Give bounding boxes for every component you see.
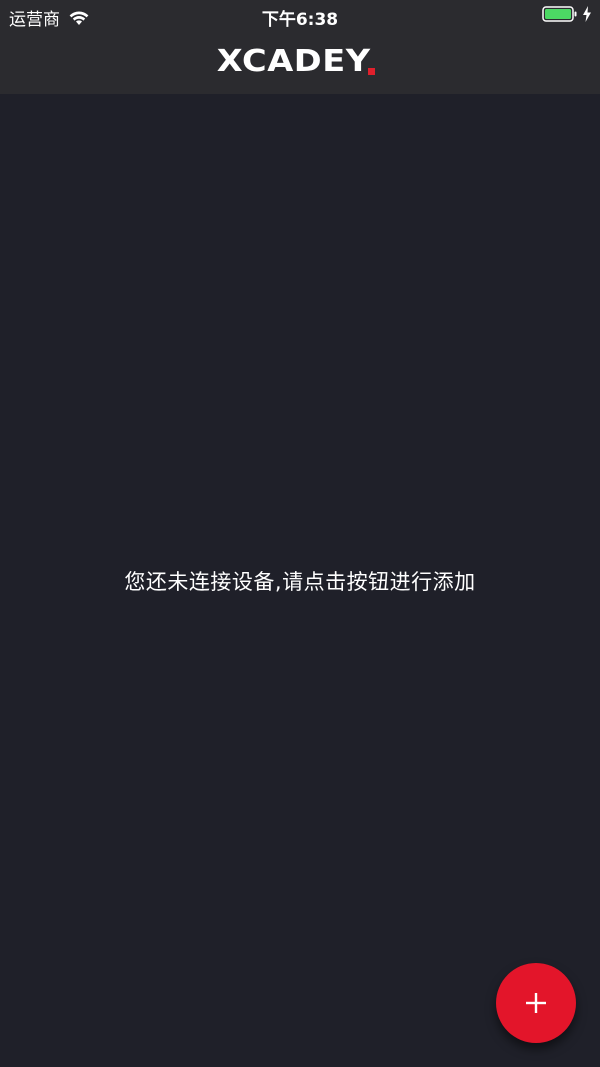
battery-icon bbox=[542, 6, 578, 22]
charging-icon bbox=[582, 6, 592, 22]
logo-text: XCADEY bbox=[216, 44, 371, 79]
nav-bar: XCADEY bbox=[0, 30, 600, 94]
empty-state-message: 您还未连接设备,请点击按钮进行添加 bbox=[124, 570, 476, 594]
plus-icon bbox=[526, 993, 546, 1013]
status-time: 下午6:38 bbox=[261, 10, 339, 30]
status-bar: 运营商 下午6:38 bbox=[0, 0, 600, 30]
app-screen: 运营商 下午6:38 XCADEY 您还未连接设备,请点击按钮进行添加 bbox=[0, 0, 600, 1067]
battery-group bbox=[542, 6, 592, 22]
header: 运营商 下午6:38 XCADEY bbox=[0, 0, 600, 94]
add-device-button[interactable] bbox=[496, 963, 576, 1043]
app-logo: XCADEY bbox=[217, 47, 376, 77]
